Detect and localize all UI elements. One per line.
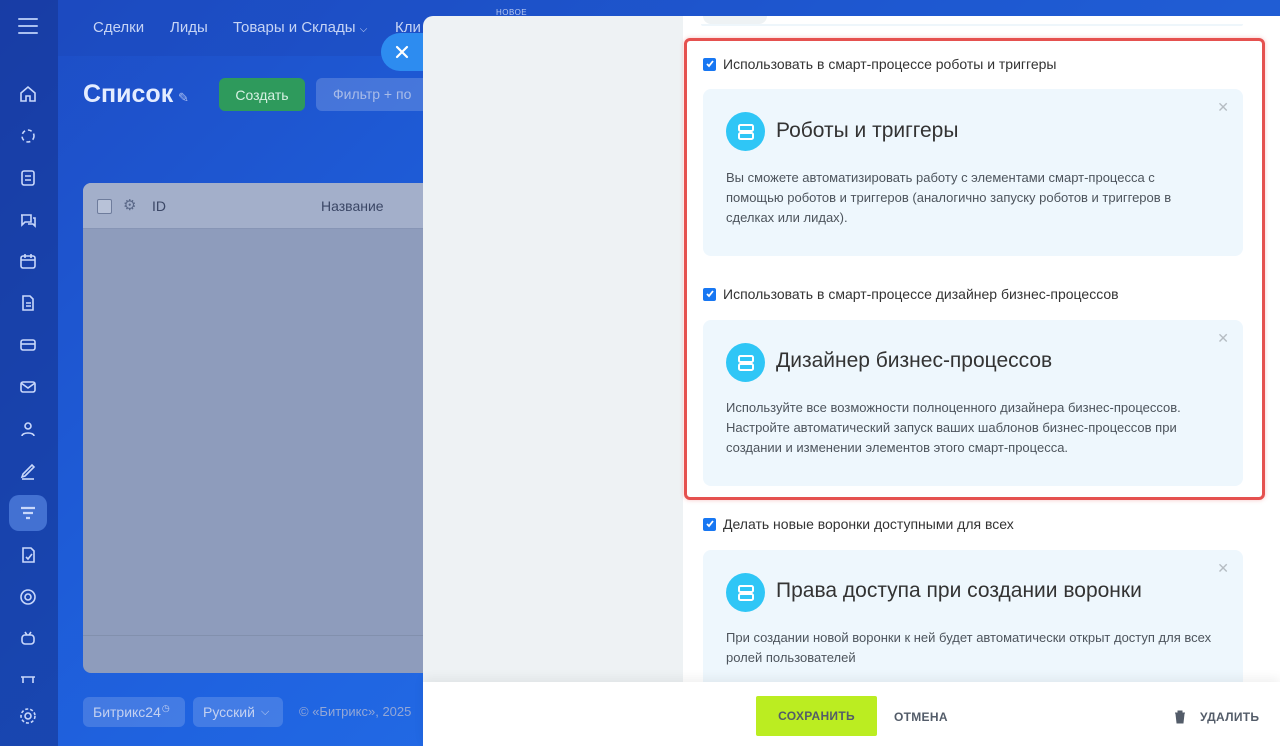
select-all-checkbox[interactable]: [97, 199, 112, 214]
delete-label: УДАЛИТЬ: [1200, 710, 1260, 724]
goal-icon[interactable]: [17, 586, 39, 608]
nav-deals[interactable]: Сделки: [93, 19, 144, 36]
card-text: При создании новой воронки к ней будет а…: [726, 630, 1212, 665]
card-icon[interactable]: [17, 334, 39, 356]
left-sidebar: [0, 0, 58, 746]
data-grid: ⚙ ID Название: [83, 183, 443, 673]
menu-icon[interactable]: [18, 18, 38, 39]
close-icon: [395, 45, 409, 59]
page-title: Список: [83, 80, 174, 108]
option-label: Делать новые воронки доступными для всех: [723, 516, 1014, 532]
calendar-icon[interactable]: [17, 250, 39, 272]
language-label: Русский: [203, 704, 255, 720]
chat-icon[interactable]: [17, 209, 39, 231]
contacts-icon[interactable]: [17, 418, 39, 440]
pin-icon[interactable]: ✎: [178, 90, 189, 106]
column-name[interactable]: Название: [321, 198, 384, 214]
column-id[interactable]: ID: [152, 198, 166, 214]
collapsed-block: [703, 16, 767, 24]
chevron-down-icon: ⌵: [359, 24, 368, 35]
trash-icon: [1175, 710, 1185, 724]
report-icon[interactable]: [17, 544, 39, 566]
brand-label: Битрикс24: [93, 704, 161, 720]
card-title: Права доступа при создании воронки: [776, 579, 1142, 602]
close-slider-button[interactable]: [381, 33, 423, 71]
home-icon[interactable]: [17, 83, 39, 105]
gear-icon[interactable]: ⚙: [123, 196, 136, 214]
button-bar: СОХРАНИТЬ ОТМЕНА УДАЛИТЬ: [423, 682, 1280, 746]
nav-leads[interactable]: Лиды: [170, 19, 208, 36]
funnel-access-checkbox[interactable]: [703, 517, 716, 531]
layers-icon: [726, 573, 765, 612]
save-button[interactable]: СОХРАНИТЬ: [756, 696, 877, 736]
brand-link[interactable]: Битрикс24 ◷: [83, 697, 185, 727]
nav-products[interactable]: Товары и Склады ⌵: [233, 19, 367, 36]
bot-icon[interactable]: [17, 627, 39, 649]
sign-icon[interactable]: [17, 460, 39, 482]
copyright: © «Битрикс», 2025: [299, 704, 412, 719]
grid-header: ⚙ ID Название: [83, 183, 443, 229]
shop-icon[interactable]: [17, 668, 39, 690]
document-icon[interactable]: [17, 292, 39, 314]
delete-button[interactable]: УДАЛИТЬ: [1174, 710, 1259, 724]
settings-icon[interactable]: [17, 705, 39, 727]
funnel-icon[interactable]: [9, 495, 47, 531]
previous-card-edge: [701, 24, 1243, 26]
process-icon[interactable]: [17, 125, 39, 147]
language-select[interactable]: Русский ⌵: [193, 697, 283, 727]
clock-icon: ◷: [161, 702, 170, 713]
mail-icon[interactable]: [17, 376, 39, 398]
cancel-button[interactable]: ОТМЕНА: [894, 710, 948, 724]
grid-divider: [83, 635, 443, 636]
option-funnel-access[interactable]: Делать новые воронки доступными для всех: [703, 516, 1014, 532]
tasks-icon[interactable]: [17, 167, 39, 189]
highlight-frame: [684, 38, 1265, 500]
create-button[interactable]: Создать: [219, 78, 305, 111]
close-icon[interactable]: ✕: [1217, 560, 1229, 577]
chevron-down-icon: ⌵: [260, 705, 270, 718]
